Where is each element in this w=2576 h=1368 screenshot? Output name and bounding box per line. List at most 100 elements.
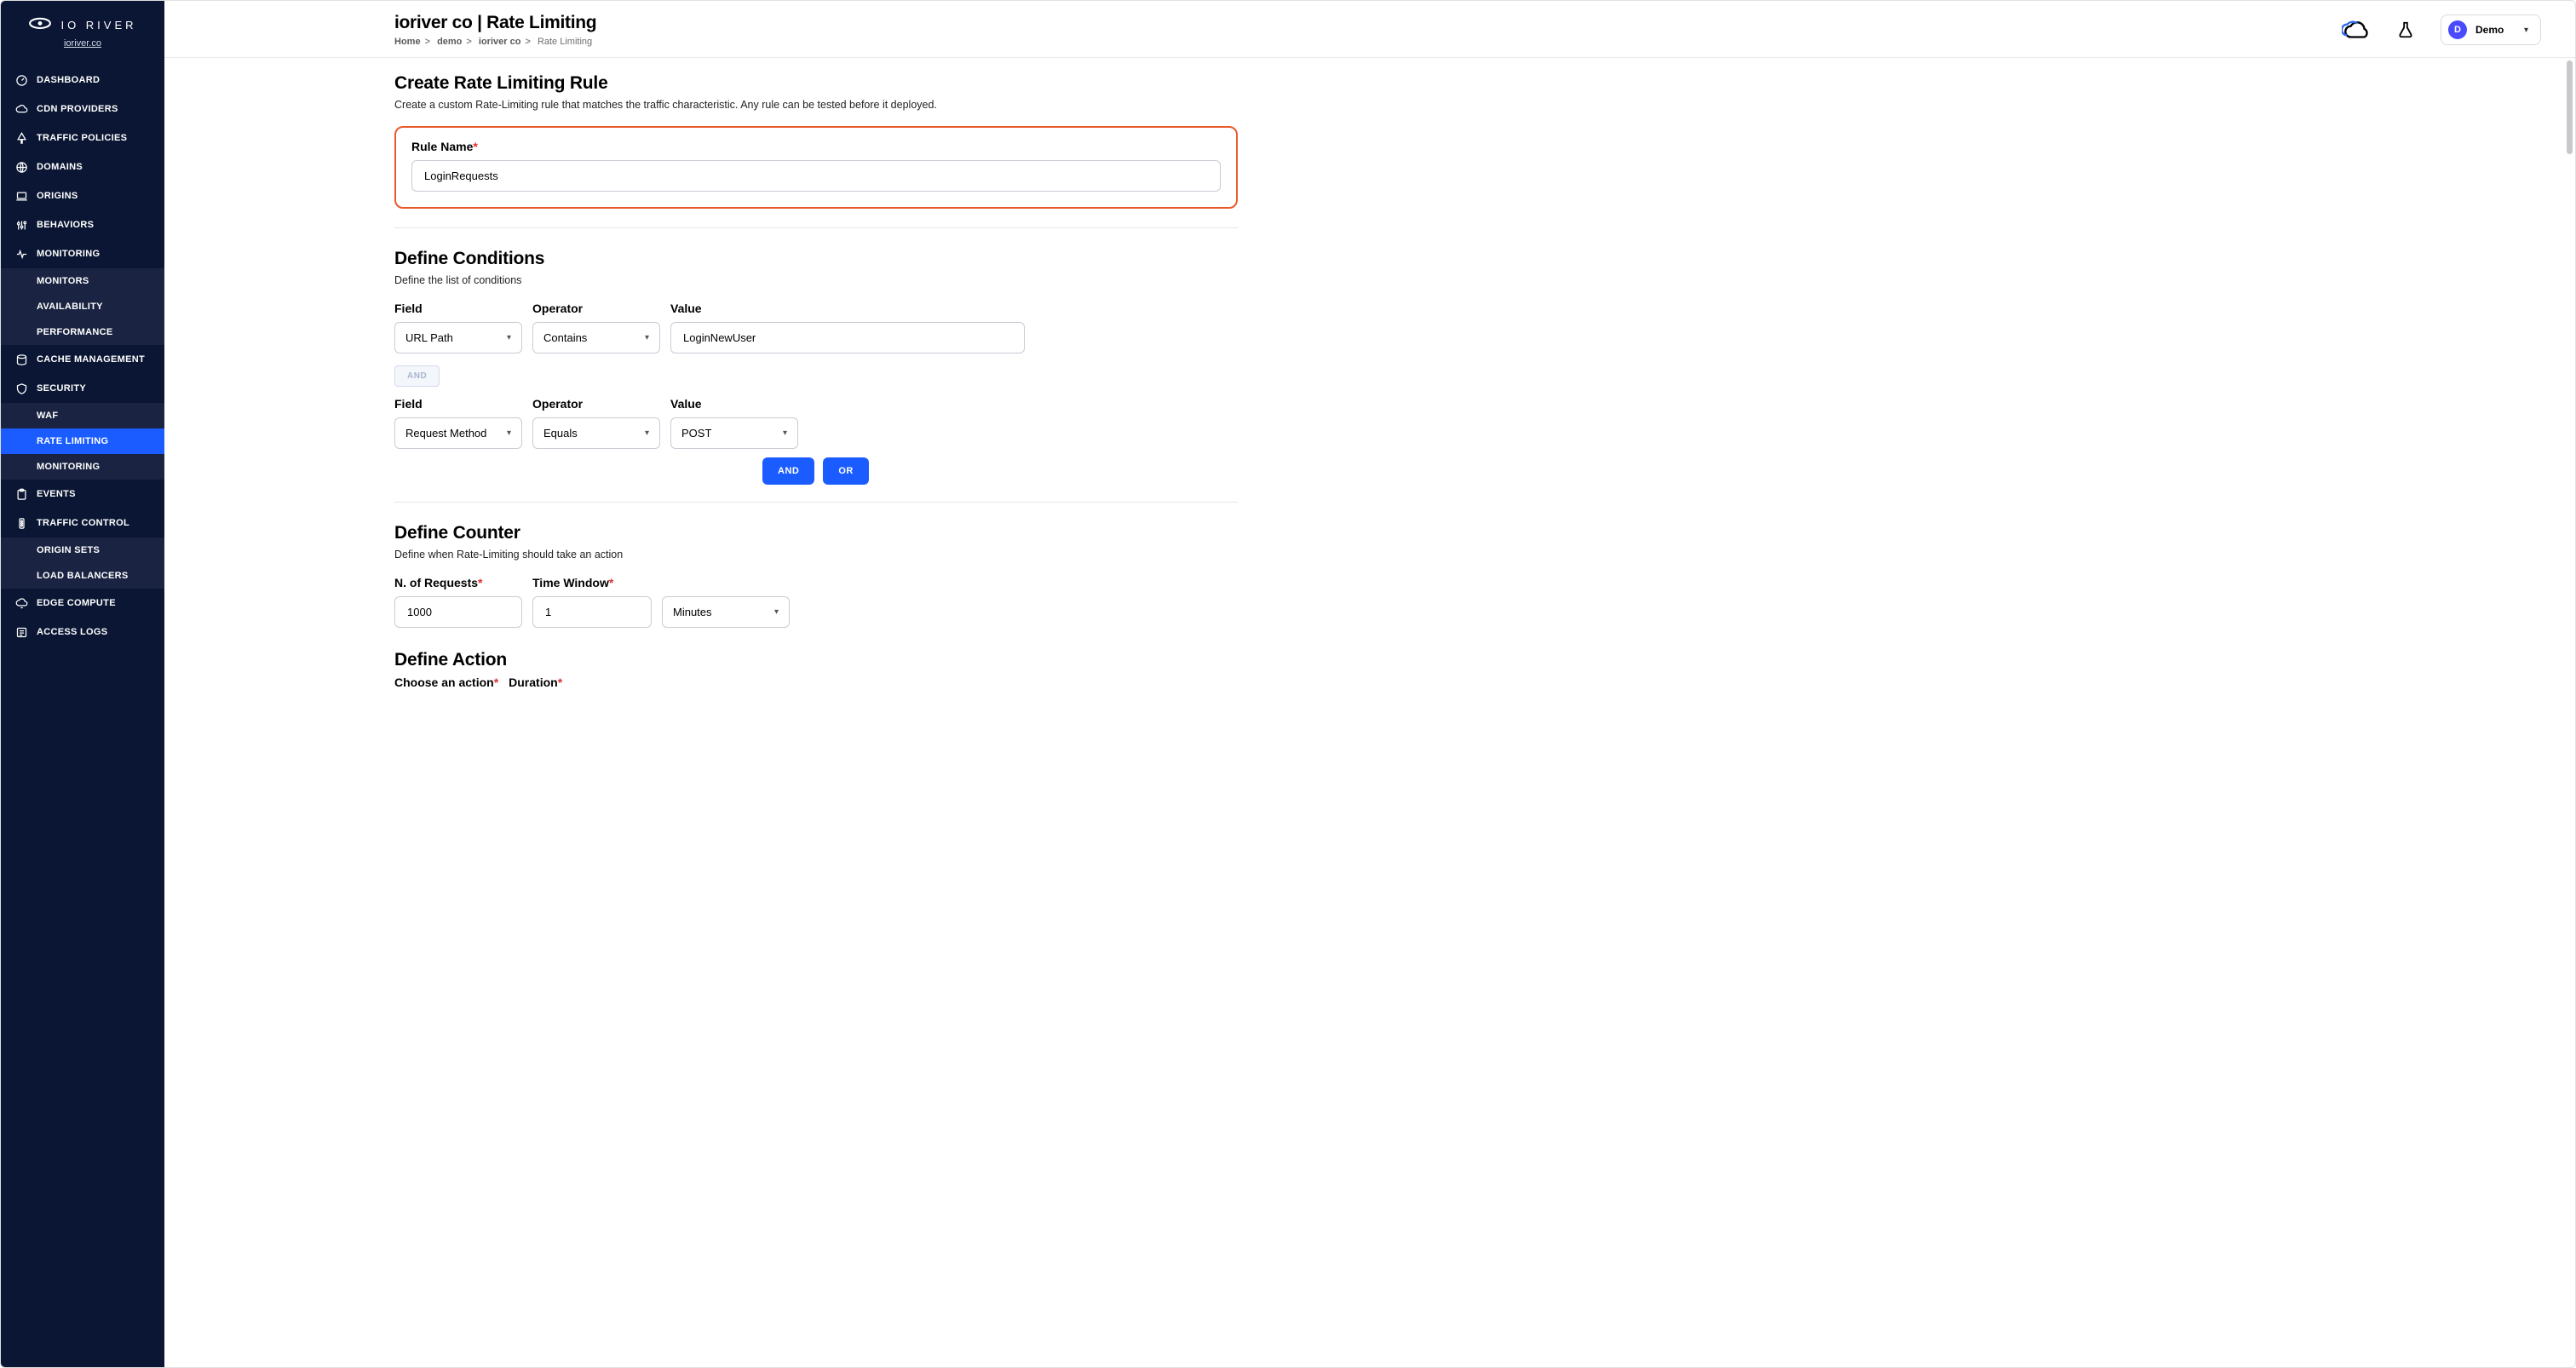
sidebar-item-label: ACCESS LOGS <box>37 627 107 637</box>
sidebar-sub-availability[interactable]: AVAILABILITY <box>1 294 164 319</box>
sidebar-sub-origin-sets[interactable]: ORIGIN SETS <box>1 537 164 563</box>
rule-name-highlight: Rule Name* <box>394 126 1238 209</box>
sidebar-item-traffic-control[interactable]: TRAFFIC CONTROL <box>1 509 164 537</box>
breadcrumb: Home> demo> ioriver co> Rate Limiting <box>394 37 596 47</box>
sidebar-item-label: TRAFFIC CONTROL <box>37 518 129 528</box>
sliders-icon <box>14 218 28 232</box>
sidebar-item-traffic-policies[interactable]: TRAFFIC POLICIES <box>1 124 164 152</box>
sidebar-item-label: CDN PROVIDERS <box>37 104 118 114</box>
sidebar-item-monitoring[interactable]: MONITORING <box>1 239 164 268</box>
cond1-value-input[interactable] <box>670 322 1025 353</box>
chevron-down-icon: ▾ <box>507 428 511 438</box>
sidebar-sub-rate-limiting[interactable]: RATE LIMITING <box>1 428 164 454</box>
crumb-ioriver[interactable]: ioriver co <box>479 37 521 47</box>
sidebar-item-origins[interactable]: ORIGINS <box>1 181 164 210</box>
sidebar-sub-monitors[interactable]: MONITORS <box>1 268 164 294</box>
sidebar-item-label: BEHAVIORS <box>37 220 94 230</box>
sidebar-item-domains[interactable]: DOMAINS <box>1 152 164 181</box>
sidebar-item-cdn[interactable]: CDN PROVIDERS <box>1 95 164 124</box>
shield-icon <box>14 382 28 395</box>
cloud-status-icon[interactable] <box>2342 15 2371 44</box>
cloud-compute-icon <box>14 596 28 610</box>
logo-icon <box>28 16 52 33</box>
sidebar-item-security[interactable]: SECURITY <box>1 374 164 403</box>
clipboard-icon <box>14 487 28 501</box>
field-label: Field <box>394 397 522 411</box>
section-create-sub: Create a custom Rate-Limiting rule that … <box>394 99 1238 111</box>
sidebar-item-edge-compute[interactable]: EDGE COMPUTE <box>1 589 164 618</box>
account-dropdown[interactable]: D Demo ▾ <box>2441 14 2541 45</box>
sidebar-item-label: TRAFFIC POLICIES <box>37 133 127 143</box>
title-block: ioriver co | Rate Limiting Home> demo> i… <box>394 13 596 47</box>
heartbeat-icon <box>14 247 28 261</box>
sidebar-sub-load-balancers[interactable]: LOAD BALANCERS <box>1 563 164 589</box>
choose-action-label: Choose an action* <box>394 675 498 689</box>
crumb-demo[interactable]: demo <box>437 37 462 47</box>
timewindow-input[interactable] <box>532 596 652 628</box>
sidebar-item-behaviors[interactable]: BEHAVIORS <box>1 210 164 239</box>
rule-name-label: Rule Name* <box>411 140 1221 153</box>
policy-icon <box>14 131 28 145</box>
cond2-value-select[interactable]: POST▾ <box>670 417 798 449</box>
flask-icon[interactable] <box>2391 15 2420 44</box>
sidebar-item-label: DOMAINS <box>37 162 83 172</box>
divider <box>394 227 1238 228</box>
condition-row-1: Field URL Path▾ Operator Contains▾ Value <box>394 302 1238 353</box>
laptop-icon <box>14 189 28 203</box>
cond2-field-select[interactable]: Request Method▾ <box>394 417 522 449</box>
chevron-down-icon: ▾ <box>2524 26 2528 35</box>
stack-icon <box>14 353 28 366</box>
add-and-button[interactable]: AND <box>762 457 814 485</box>
cond2-operator-select[interactable]: Equals▾ <box>532 417 660 449</box>
field-label: Field <box>394 302 522 315</box>
logs-icon <box>14 625 28 639</box>
sidebar-item-label: EDGE COMPUTE <box>37 598 116 608</box>
and-chip[interactable]: AND <box>394 365 440 387</box>
section-counter-title: Define Counter <box>394 523 1238 543</box>
sidebar-item-events[interactable]: EVENTS <box>1 480 164 509</box>
chevron-down-icon: ▾ <box>645 428 649 438</box>
sidebar-item-cache[interactable]: CACHE MANAGEMENT <box>1 345 164 374</box>
cond1-field-select[interactable]: URL Path▾ <box>394 322 522 353</box>
value-label: Value <box>670 397 798 411</box>
value-label: Value <box>670 302 1025 315</box>
sidebar-sub-sec-monitoring[interactable]: MONITORING <box>1 454 164 480</box>
sidebar-item-label: ORIGINS <box>37 191 78 201</box>
spacer-label <box>662 576 790 589</box>
crumb-home[interactable]: Home <box>394 37 421 47</box>
header: ioriver co | Rate Limiting Home> demo> i… <box>164 1 2575 58</box>
chevron-down-icon: ▾ <box>774 607 779 617</box>
sidebar-sub-waf[interactable]: WAF <box>1 403 164 428</box>
sidebar-item-label: DASHBOARD <box>37 75 100 85</box>
sidebar-item-label: EVENTS <box>37 489 76 499</box>
scrollbar-thumb[interactable] <box>2567 60 2573 154</box>
rule-name-input[interactable] <box>411 160 1221 192</box>
account-name: Demo <box>2475 24 2516 36</box>
main: ioriver co | Rate Limiting Home> demo> i… <box>164 1 2575 1367</box>
section-action-title: Define Action <box>394 650 1238 670</box>
brand-link[interactable]: ioriver.co <box>64 38 101 49</box>
sidebar-item-label: CACHE MANAGEMENT <box>37 354 145 365</box>
duration-label: Duration* <box>509 675 562 689</box>
brand-block: IO RIVER ioriver.co <box>1 1 164 54</box>
sidebar-item-access-logs[interactable]: ACCESS LOGS <box>1 618 164 647</box>
timeunit-select[interactable]: Minutes▾ <box>662 596 790 628</box>
sidebar-item-label: SECURITY <box>37 383 86 394</box>
nrequests-input[interactable] <box>394 596 522 628</box>
globe-icon <box>14 160 28 174</box>
add-or-button[interactable]: OR <box>823 457 869 485</box>
brand-name: IO RIVER <box>60 19 136 32</box>
chevron-down-icon: ▾ <box>507 333 511 342</box>
section-counter-sub: Define when Rate-Limiting should take an… <box>394 549 1238 560</box>
cond1-operator-select[interactable]: Contains▾ <box>532 322 660 353</box>
page-title: ioriver co | Rate Limiting <box>394 13 596 33</box>
avatar: D <box>2448 20 2467 39</box>
sidebar-item-dashboard[interactable]: DASHBOARD <box>1 66 164 95</box>
traffic-icon <box>14 516 28 530</box>
counter-row: N. of Requests* Time Window* Minutes▾ <box>394 576 1238 628</box>
operator-label: Operator <box>532 302 660 315</box>
sidebar-sub-performance[interactable]: PERFORMANCE <box>1 319 164 345</box>
cloud-icon <box>14 102 28 116</box>
divider <box>394 502 1238 503</box>
condition-row-2: Field Request Method▾ Operator Equals▾ V… <box>394 397 1238 449</box>
